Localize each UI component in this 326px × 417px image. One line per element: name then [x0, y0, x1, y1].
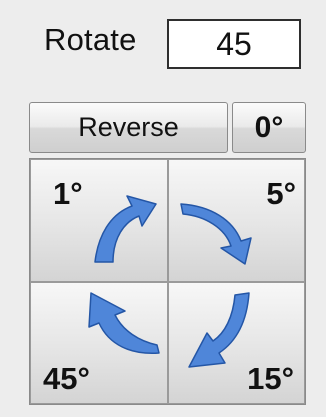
rotate-angle-input[interactable] — [167, 19, 301, 69]
rotate-step-grid: 1° 5° 45° 15° — [29, 158, 306, 405]
rotate-15-degree-button[interactable]: 15° — [168, 282, 305, 404]
rotate-clockwise-arrow-icon — [180, 203, 252, 265]
reverse-button[interactable]: Reverse — [29, 102, 228, 153]
rotate-counterclockwise-arrow-icon — [88, 292, 160, 354]
rotate-clockwise-arrow-icon — [188, 292, 250, 368]
rotate-counterclockwise-arrow-icon — [94, 195, 157, 263]
rotate-5-degree-button[interactable]: 5° — [168, 159, 305, 282]
rotate-label: Rotate — [44, 22, 137, 57]
reset-zero-button[interactable]: 0° — [232, 102, 306, 153]
rotate-45-degree-button[interactable]: 45° — [30, 282, 168, 404]
rotate-1-degree-button[interactable]: 1° — [30, 159, 168, 282]
rotate-panel: Rotate Reverse 0° 1° 5° 45° 15° — [0, 0, 326, 417]
